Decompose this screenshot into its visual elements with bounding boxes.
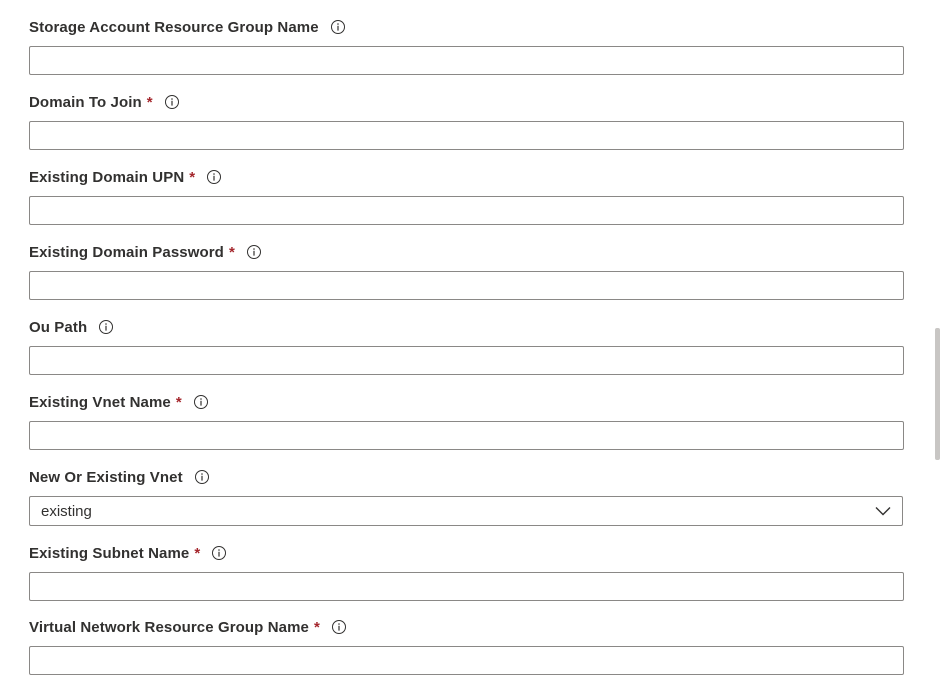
required-marker: * — [189, 168, 196, 186]
field-label: Virtual Network Resource Group Name — [29, 618, 309, 636]
field-label: Storage Account Resource Group Name — [29, 18, 319, 36]
dropdown-selected-value: existing — [41, 502, 92, 520]
field-label-row: New Or Existing Vnet — [29, 466, 904, 488]
field-new-or-existing-vnet: New Or Existing Vnet existing — [29, 466, 904, 526]
info-icon[interactable] — [331, 619, 347, 635]
field-label: Existing Domain Password — [29, 243, 224, 261]
scrollbar-thumb[interactable] — [935, 328, 940, 460]
field-label: Existing Domain UPN — [29, 168, 185, 186]
field-existing-subnet-name: Existing Subnet Name * — [29, 542, 904, 601]
storage-account-resource-group-name-input[interactable] — [29, 46, 904, 75]
chevron-down-icon[interactable] — [874, 502, 892, 520]
info-icon[interactable] — [330, 19, 346, 35]
deployment-parameters-form-page: Storage Account Resource Group Name Doma… — [0, 0, 940, 685]
existing-domain-password-input[interactable] — [29, 271, 904, 300]
existing-vnet-name-input[interactable] — [29, 421, 904, 450]
existing-domain-upn-input[interactable] — [29, 196, 904, 225]
info-icon[interactable] — [193, 394, 209, 410]
field-existing-domain-upn: Existing Domain UPN * — [29, 166, 904, 225]
domain-to-join-input[interactable] — [29, 121, 904, 150]
vertical-scrollbar[interactable] — [934, 0, 940, 685]
field-label: Ou Path — [29, 318, 88, 336]
info-icon[interactable] — [164, 94, 180, 110]
info-icon[interactable] — [206, 169, 222, 185]
field-label-row: Domain To Join * — [29, 91, 904, 113]
field-label-row: Existing Vnet Name * — [29, 391, 904, 413]
ou-path-input[interactable] — [29, 346, 904, 375]
info-icon[interactable] — [211, 545, 227, 561]
required-marker: * — [194, 544, 201, 562]
field-existing-vnet-name: Existing Vnet Name * — [29, 391, 904, 450]
required-marker: * — [228, 243, 235, 261]
virtual-network-resource-group-name-input[interactable] — [29, 646, 904, 675]
info-icon[interactable] — [98, 319, 114, 335]
field-label-row: Existing Domain UPN * — [29, 166, 904, 188]
field-label-row: Ou Path — [29, 316, 904, 338]
required-marker: * — [313, 618, 320, 636]
field-domain-to-join: Domain To Join * — [29, 91, 904, 150]
field-label-row: Existing Subnet Name * — [29, 542, 904, 564]
field-label: Existing Vnet Name — [29, 393, 171, 411]
new-or-existing-vnet-dropdown[interactable]: existing — [29, 496, 903, 526]
field-label: New Or Existing Vnet — [29, 468, 183, 486]
required-marker: * — [146, 93, 153, 111]
field-virtual-network-resource-group-name: Virtual Network Resource Group Name * — [29, 616, 904, 675]
required-marker: * — [175, 393, 182, 411]
info-icon[interactable] — [246, 244, 262, 260]
field-label: Domain To Join — [29, 93, 142, 111]
field-ou-path: Ou Path — [29, 316, 904, 375]
field-storage-account-resource-group-name: Storage Account Resource Group Name — [29, 16, 904, 75]
existing-subnet-name-input[interactable] — [29, 572, 904, 601]
info-icon[interactable] — [194, 469, 210, 485]
field-label-row: Existing Domain Password * — [29, 241, 904, 263]
field-label-row: Storage Account Resource Group Name — [29, 16, 904, 38]
field-label-row: Virtual Network Resource Group Name * — [29, 616, 904, 638]
field-label: Existing Subnet Name — [29, 544, 190, 562]
field-existing-domain-password: Existing Domain Password * — [29, 241, 904, 300]
